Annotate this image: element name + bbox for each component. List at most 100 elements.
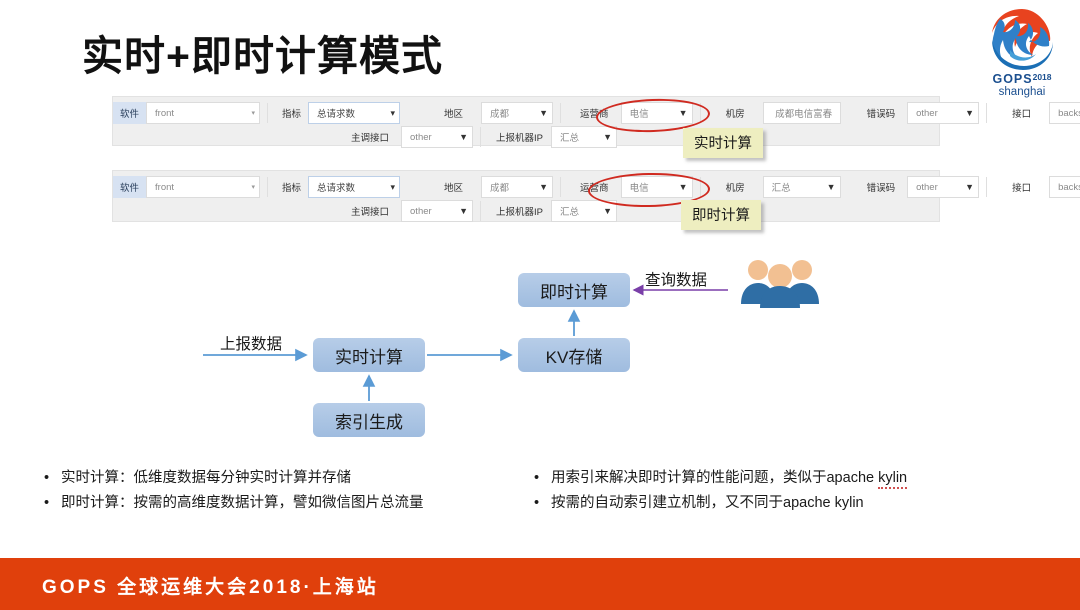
arrow-label-report-data: 上报数据 <box>220 336 283 353</box>
users-group-icon <box>741 260 819 308</box>
filter-toolbar-instant[interactable]: 软件 front ▾ 指标 总请求数 ▾ 地区 成都 ▼ 运营商 电信 ▼ 机房… <box>112 170 1080 223</box>
list-item: • 按需的自动索引建立机制，又不同于apache kylin <box>534 491 907 516</box>
filter-label-report-ip: 上报机器IP <box>496 207 543 218</box>
filter-group-interface[interactable]: 接口 backsrcz ▼ <box>994 176 1080 198</box>
footer-banner: GOPS 全球运维大会2018·上海站 <box>0 558 1080 610</box>
filter-group-metric[interactable]: 指标 总请求数 ▾ <box>275 176 401 198</box>
flow-diagram: 实时计算 KV存储 即时计算 索引生成 上报数据 查询数据 <box>0 248 1080 448</box>
logo-gops-text: GOPS2018 <box>992 72 1052 86</box>
bullet-marker: • <box>534 470 540 486</box>
divider <box>267 103 269 123</box>
filter-label-software: 软件 <box>113 102 147 124</box>
chevron-down-icon: ▾ <box>251 110 256 117</box>
bullet-marker: • <box>534 495 540 511</box>
filter-value-region[interactable]: 成都 ▼ <box>481 102 554 124</box>
bullet-list-right: • 用索引来解决即时计算的性能问题，类似于apache kylin • 按需的自… <box>534 466 908 516</box>
filter-value-report-ip[interactable]: 汇总 ▼ <box>551 200 617 222</box>
logo-city-text: shanghai <box>998 86 1046 98</box>
filter-group-idc[interactable]: 机房 汇总 ▼ <box>708 176 841 198</box>
list-item: • 用索引来解决即时计算的性能问题，类似于apache kylin <box>534 466 908 491</box>
chevron-down-icon: ▼ <box>965 182 975 192</box>
filter-label-interface: 接口 <box>1012 183 1032 194</box>
filter-group-report-ip[interactable]: 上报机器IP 汇总 ▼ <box>488 126 617 148</box>
callout-instant: 即时计算 <box>681 200 761 230</box>
bullet-text: 即时计算：按需的高维度数据计算，譬如微信图片总流量 <box>61 495 424 511</box>
gops-logo-mark <box>992 9 1053 70</box>
filter-value-metric[interactable]: 总请求数 ▾ <box>308 176 401 198</box>
filter-label-metric: 指标 <box>282 109 302 120</box>
chevron-down-icon: ▼ <box>603 132 612 142</box>
list-item: • 实时计算：低维度数据每分钟实时计算并存储 <box>44 466 424 491</box>
filter-row-secondary: 主调接口 other ▼ 上报机器IP 汇总 ▼ <box>339 199 617 223</box>
gops-logo: GOPS2018 shanghai <box>976 6 1068 102</box>
filter-label-software: 软件 <box>113 176 147 198</box>
filter-value-software[interactable]: front ▾ <box>146 176 261 198</box>
filter-label-region: 地区 <box>444 109 464 120</box>
filter-label-errorcode: 错误码 <box>866 109 896 120</box>
filter-group-report-ip[interactable]: 上报机器IP 汇总 ▼ <box>488 200 617 222</box>
bullet-list-left: • 实时计算：低维度数据每分钟实时计算并存储 • 即时计算：按需的高维度数据计算… <box>44 466 424 516</box>
filter-value-caller-interface[interactable]: other ▼ <box>401 126 474 148</box>
chevron-down-icon: ▾ <box>390 181 396 192</box>
filter-group-interface[interactable]: 接口 backsrcz ▼ <box>994 102 1080 124</box>
callout-realtime: 实时计算 <box>683 128 763 158</box>
filter-value-errorcode[interactable]: other ▼ <box>907 176 980 198</box>
filter-value-software[interactable]: front ▾ <box>146 102 261 124</box>
filter-value-region[interactable]: 成都 ▼ <box>481 176 554 198</box>
filter-value-caller-interface[interactable]: other ▼ <box>401 200 474 222</box>
filter-value-errorcode[interactable]: other ▼ <box>907 102 980 124</box>
spellcheck-underlined-word: kylin <box>878 470 908 489</box>
filter-label-region: 地区 <box>444 183 464 194</box>
filter-value-interface[interactable]: backsrcz ▼ <box>1049 102 1080 124</box>
chevron-down-icon: ▼ <box>459 132 469 142</box>
filter-group-errorcode[interactable]: 错误码 other ▼ <box>855 176 980 198</box>
filter-label-caller-interface: 主调接口 <box>351 133 390 144</box>
filter-label-errorcode: 错误码 <box>866 183 896 194</box>
list-item: • 即时计算：按需的高维度数据计算，譬如微信图片总流量 <box>44 491 424 516</box>
node-kv-storage: KV存储 <box>518 338 630 372</box>
filter-group-region[interactable]: 地区 成都 ▼ <box>426 102 554 124</box>
footer-title: GOPS 全球运维大会2018·上海站 <box>42 577 379 598</box>
filter-group-metric[interactable]: 指标 总请求数 ▾ <box>275 102 401 124</box>
filter-value-idc[interactable]: 汇总 ▼ <box>762 176 841 198</box>
filter-value-interface[interactable]: backsrcz ▼ <box>1049 176 1080 198</box>
chevron-down-icon: ▼ <box>459 206 469 216</box>
filter-label-idc: 机房 <box>725 109 745 120</box>
filter-group-idc[interactable]: 机房 成都电信富春 <box>708 102 841 124</box>
filter-label-report-ip: 上报机器IP <box>496 133 543 144</box>
filter-group-caller-interface[interactable]: 主调接口 other ▼ <box>339 126 474 148</box>
chevron-down-icon: ▼ <box>826 182 836 192</box>
filter-toolbar-realtime[interactable]: 软件 front ▾ 指标 总请求数 ▾ 地区 成都 ▼ 运营商 电信 ▼ 机房… <box>112 96 1080 149</box>
divider <box>986 177 988 197</box>
filter-group-caller-interface[interactable]: 主调接口 other ▼ <box>339 200 474 222</box>
filter-label-idc: 机房 <box>725 183 745 194</box>
filter-group-region[interactable]: 地区 成都 ▼ <box>426 176 554 198</box>
filter-row-secondary: 主调接口 other ▼ 上报机器IP 汇总 ▼ <box>339 125 617 149</box>
node-index-generation: 索引生成 <box>313 403 425 437</box>
bullet-marker: • <box>44 470 50 486</box>
filter-value-report-ip[interactable]: 汇总 ▼ <box>551 126 617 148</box>
divider <box>560 177 562 197</box>
filter-group-software[interactable]: 软件 front ▾ <box>113 102 261 124</box>
bullet-text: 用索引来解决即时计算的性能问题，类似于apache kylin <box>551 466 908 491</box>
filter-label-metric: 指标 <box>282 183 302 194</box>
bullet-text: 实时计算：低维度数据每分钟实时计算并存储 <box>61 470 351 486</box>
chevron-down-icon: ▼ <box>965 108 975 118</box>
filter-label-interface: 接口 <box>1012 109 1032 120</box>
filter-value-metric[interactable]: 总请求数 ▾ <box>308 102 401 124</box>
chevron-down-icon: ▼ <box>603 206 612 216</box>
page-title: 实时+即时计算模式 <box>82 33 443 79</box>
divider <box>986 103 988 123</box>
filter-label-caller-interface: 主调接口 <box>351 207 390 218</box>
chevron-down-icon: ▼ <box>539 108 549 118</box>
chevron-down-icon: ▾ <box>390 107 396 118</box>
divider <box>267 177 269 197</box>
filter-group-errorcode[interactable]: 错误码 other ▼ <box>855 102 980 124</box>
arrow-label-query-data: 查询数据 <box>645 272 708 289</box>
bullet-text: 按需的自动索引建立机制，又不同于apache kylin <box>551 495 864 511</box>
bullet-marker: • <box>44 495 50 511</box>
chevron-down-icon: ▾ <box>251 184 256 191</box>
filter-group-software[interactable]: 软件 front ▾ <box>113 176 261 198</box>
filter-value-idc[interactable]: 成都电信富春 <box>762 102 841 124</box>
node-instant-compute: 即时计算 <box>518 273 630 307</box>
